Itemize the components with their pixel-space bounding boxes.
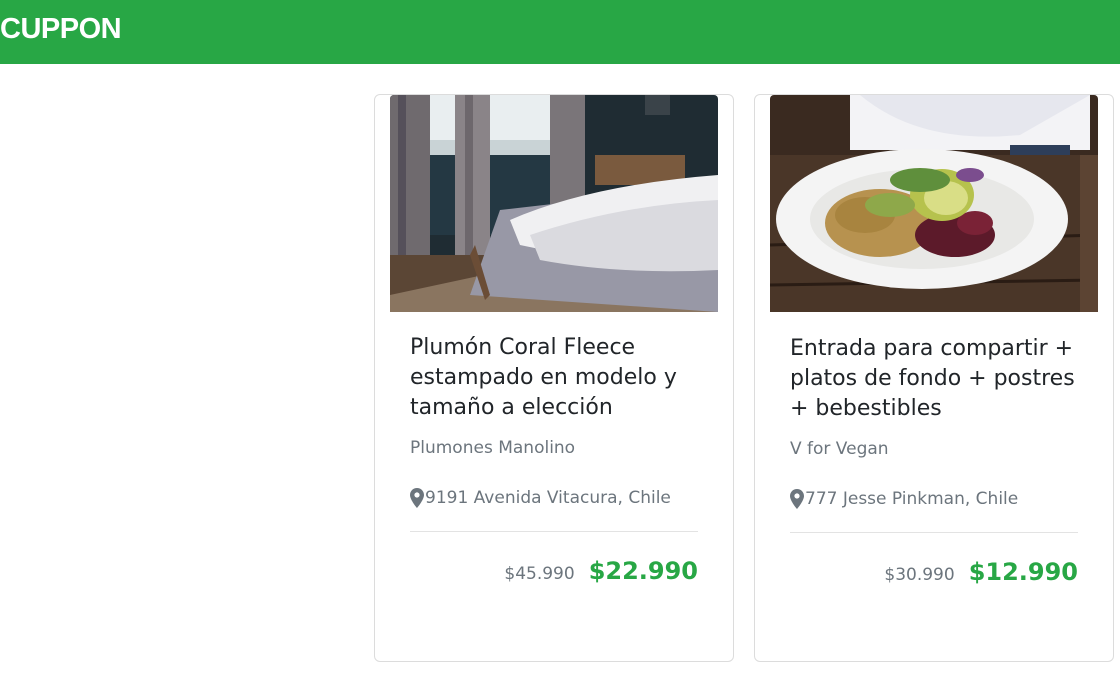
deal-card[interactable]: Plumón Coral Fleece estampado en modelo … (374, 94, 734, 662)
deal-title[interactable]: Plumón Coral Fleece estampado en modelo … (410, 333, 710, 423)
original-price: $45.990 (504, 564, 575, 584)
map-pin-icon (410, 488, 424, 508)
deal-location: 9191 Avenida Vitacura, Chile (410, 487, 671, 509)
divider (790, 532, 1078, 533)
merchant-name: Plumones Manolino (410, 438, 576, 458)
deal-image-salad[interactable] (770, 95, 1098, 312)
map-pin-icon (790, 489, 804, 509)
brand-logo-link[interactable]: CUPPON (0, 12, 122, 46)
price-row: $30.990 $12.990 (884, 558, 1078, 586)
price-row: $45.990 $22.990 (504, 557, 698, 585)
deal-card[interactable]: Entrada para compartir + platos de fondo… (754, 94, 1114, 662)
location-text: 777 Jesse Pinkman, Chile (805, 489, 1019, 509)
navbar: CUPPON (0, 0, 1120, 64)
original-price: $30.990 (884, 565, 955, 585)
discount-price: $22.990 (588, 557, 698, 585)
location-text: 9191 Avenida Vitacura, Chile (425, 488, 671, 508)
deal-title[interactable]: Entrada para compartir + platos de fondo… (790, 334, 1090, 424)
divider (410, 531, 698, 532)
discount-price: $12.990 (968, 558, 1078, 586)
merchant-name: V for Vegan (790, 439, 889, 459)
deal-location: 777 Jesse Pinkman, Chile (790, 488, 1018, 510)
deal-image-bedroom[interactable] (390, 95, 718, 312)
